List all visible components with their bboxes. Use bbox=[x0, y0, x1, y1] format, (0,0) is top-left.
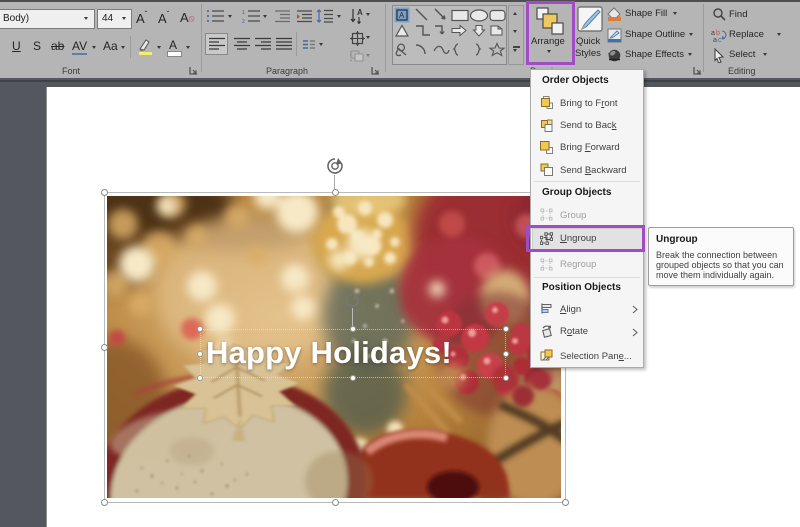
svg-text:a: a bbox=[711, 30, 715, 37]
svg-text:2: 2 bbox=[242, 19, 245, 24]
svg-text:c: c bbox=[718, 37, 722, 43]
svg-text:A: A bbox=[399, 11, 405, 20]
svg-text:1: 1 bbox=[242, 10, 245, 16]
svg-text:a: a bbox=[713, 37, 717, 43]
svg-text:A: A bbox=[357, 8, 363, 17]
svg-text:b: b bbox=[716, 30, 720, 37]
